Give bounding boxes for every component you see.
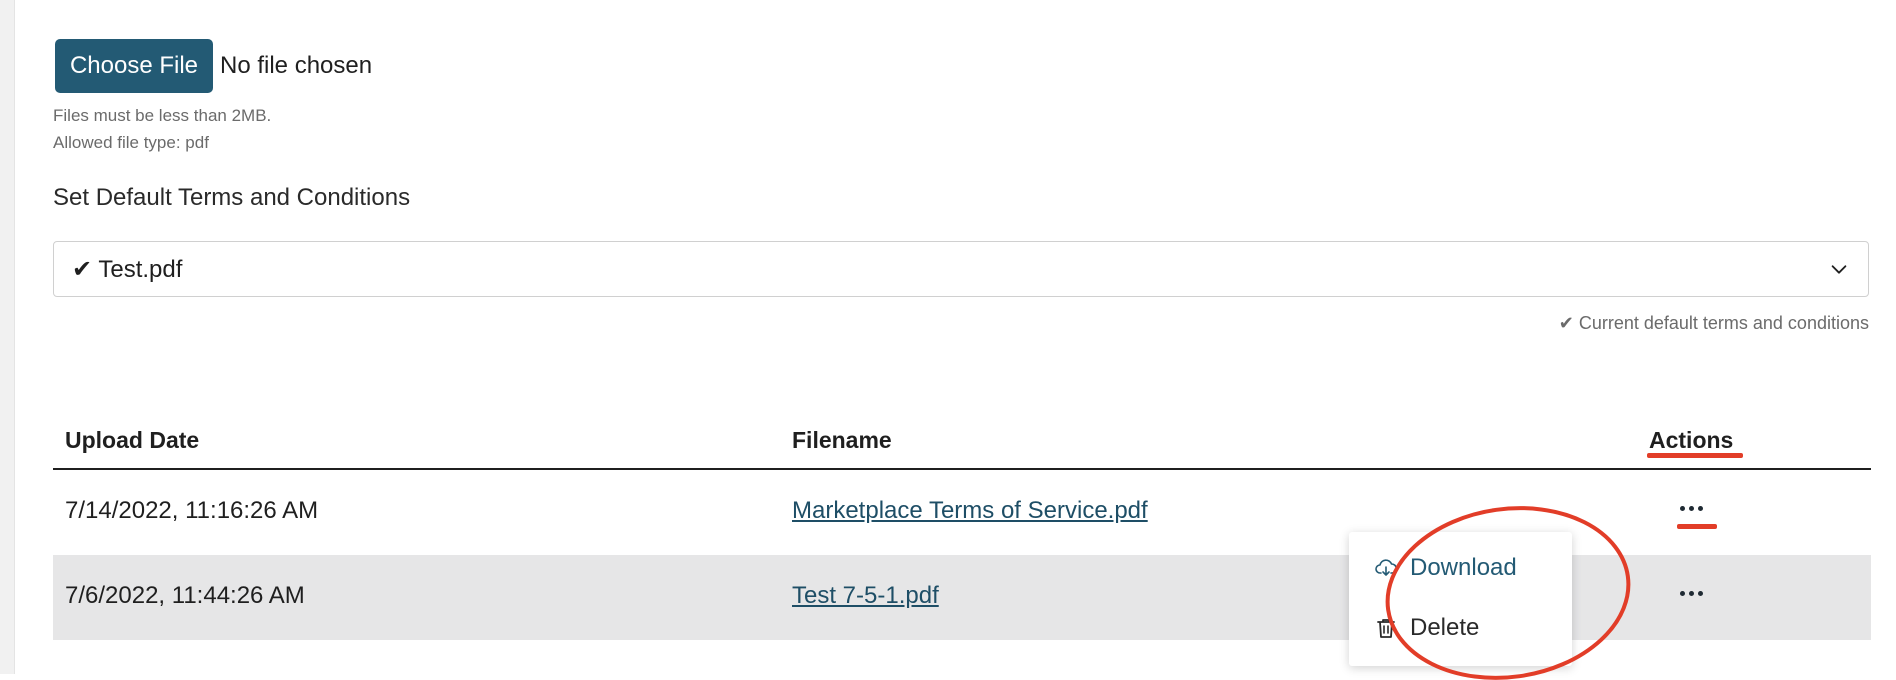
left-sidebar-edge [0,0,15,674]
file-status-text: No file chosen [220,52,373,79]
choose-file-button[interactable]: Choose File [55,39,213,93]
default-terms-select[interactable]: ✔ Test.pdf [53,241,1869,297]
dot-icon [1697,505,1703,511]
column-header-actions: Actions [1649,427,1734,453]
dot-icon [1697,590,1703,596]
dot-icon [1679,590,1685,596]
annotation-underline [1677,524,1717,529]
upload-date-cell: 7/14/2022, 11:16:26 AM [65,497,319,524]
dot-icon [1679,505,1685,511]
column-header-upload-date[interactable]: Upload Date [65,427,199,454]
dot-icon [1688,505,1694,511]
filename-link[interactable]: Marketplace Terms of Service.pdf [792,497,1148,525]
more-actions-button[interactable] [1671,493,1711,523]
terms-upload-panel: Choose File No file chosen Files must be… [53,0,1871,674]
more-actions-button[interactable] [1671,578,1711,608]
file-upload-control: Choose File No file chosen [55,39,372,93]
column-header-filename[interactable]: Filename [792,427,892,454]
default-terms-label: Set Default Terms and Conditions [53,184,411,211]
delete-label: Delete [1410,614,1480,641]
table-header: Upload Date Filename Actions [53,416,1871,470]
chevron-down-icon [1831,265,1847,274]
default-terms-selected-value: ✔ Test.pdf [72,255,183,283]
delete-menu-item[interactable]: Delete [1349,600,1572,656]
upload-date-cell: 7/6/2022, 11:44:26 AM [65,582,305,609]
table-row: 7/6/2022, 11:44:26 AM Test 7-5-1.pdf [53,555,1871,640]
table-row: 7/14/2022, 11:16:26 AM Marketplace Terms… [53,470,1871,555]
filename-link[interactable]: Test 7-5-1.pdf [792,582,939,610]
terms-files-table: Upload Date Filename Actions 7/14/2022, … [53,416,1871,640]
annotation-underline [1647,453,1743,458]
trash-icon [1377,619,1395,638]
download-menu-item[interactable]: Download [1349,540,1572,596]
default-terms-note: ✔ Current default terms and conditions [1558,313,1869,333]
file-type-hint: Allowed file type: pdf [53,133,209,152]
file-size-hint: Files must be less than 2MB. [53,106,272,125]
dot-icon [1688,590,1694,596]
cloud-download-icon [1375,559,1398,576]
download-label: Download [1410,554,1517,581]
actions-dropdown-menu: Download Delete [1349,532,1572,666]
